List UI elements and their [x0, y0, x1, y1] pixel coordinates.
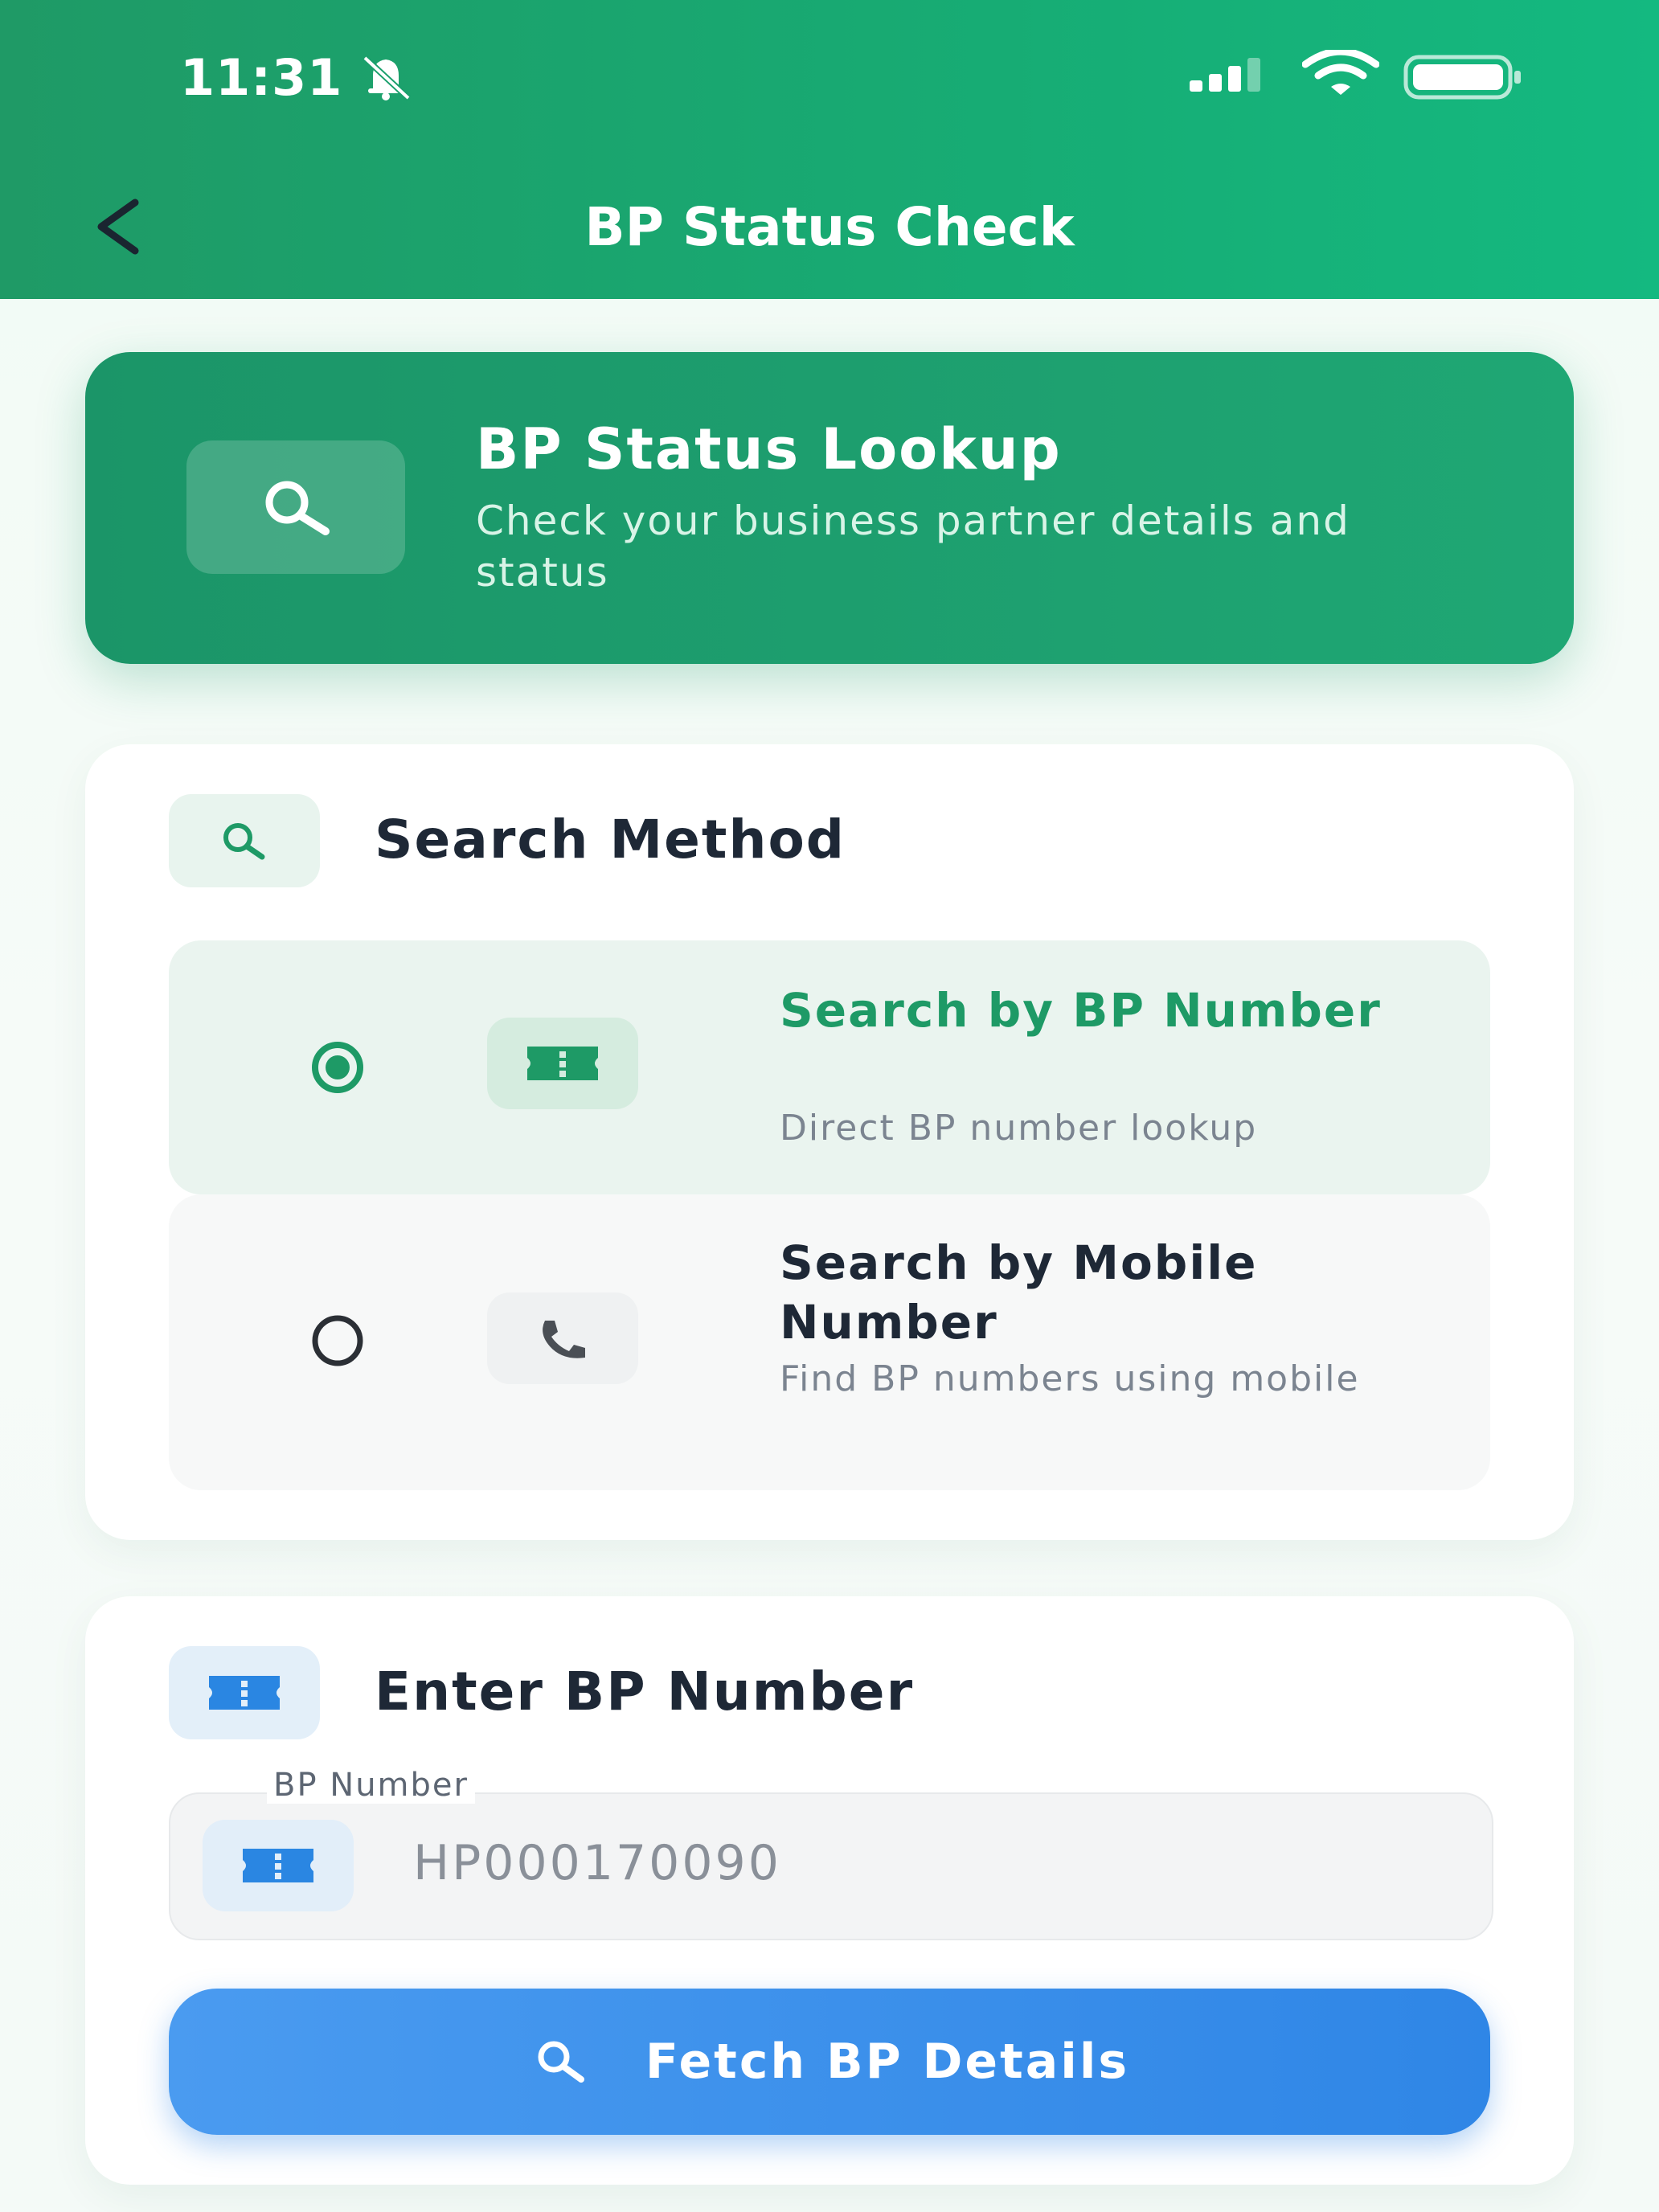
option-description: Direct BP number lookup: [780, 1108, 1258, 1149]
option-description: Find BP numbers using mobile: [780, 1358, 1360, 1399]
wifi-icon: [1302, 50, 1379, 95]
ticket-icon: [527, 1047, 598, 1080]
hero-title: BP Status Lookup: [476, 416, 1062, 482]
fetch-button-label: Fetch BP Details: [645, 2034, 1130, 2090]
status-time: 11:31: [180, 48, 343, 107]
search-method-title: Search Method: [375, 809, 846, 870]
option-title: Search by BP Number: [780, 983, 1382, 1038]
ticket-icon-box: [487, 1018, 638, 1109]
bp-entry-card: Enter BP Number BP Number Fetch BP Detai…: [85, 1596, 1574, 2185]
bp-number-field[interactable]: [169, 1792, 1493, 1940]
search-method-card: Search Method Search by BP Number Direct…: [85, 744, 1574, 1540]
bp-number-input[interactable]: [412, 1834, 1379, 1892]
hero-banner: BP Status Lookup Check your business par…: [85, 352, 1574, 664]
ticket-icon: [209, 1676, 280, 1710]
signal-icon: [1190, 58, 1260, 92]
bp-entry-title: Enter BP Number: [375, 1661, 915, 1722]
hero-subtitle: Check your business partner details and …: [476, 498, 1350, 596]
radio-unselected-icon[interactable]: [297, 1312, 378, 1370]
ticket-icon: [243, 1849, 313, 1882]
search-icon: [265, 481, 330, 535]
option-search-by-mobile-number[interactable]: Search by Mobile Number Find BP numbers …: [169, 1194, 1490, 1490]
search-icon: [538, 2041, 584, 2083]
option-title: Search by Mobile Number: [780, 1235, 1258, 1350]
bp-number-label: BP Number: [267, 1767, 475, 1804]
hero-icon-box: [186, 440, 405, 574]
fetch-bp-details-button[interactable]: Fetch BP Details: [169, 1989, 1490, 2135]
battery-icon: [1403, 55, 1521, 100]
app-header: 11:31 BP Status Check: [0, 0, 1659, 299]
search-icon: [223, 823, 265, 860]
search-method-icon-box: [169, 794, 320, 887]
bp-entry-icon-box: [169, 1646, 320, 1739]
option-search-by-bp-number[interactable]: Search by BP Number Direct BP number loo…: [169, 940, 1490, 1194]
radio-selected-icon[interactable]: [297, 1038, 378, 1096]
page-title: BP Status Check: [584, 196, 1075, 258]
phone-icon: [543, 1321, 585, 1358]
field-icon-box: [203, 1820, 354, 1911]
bell-muted-icon: [363, 55, 411, 100]
phone-icon-box: [487, 1292, 638, 1384]
